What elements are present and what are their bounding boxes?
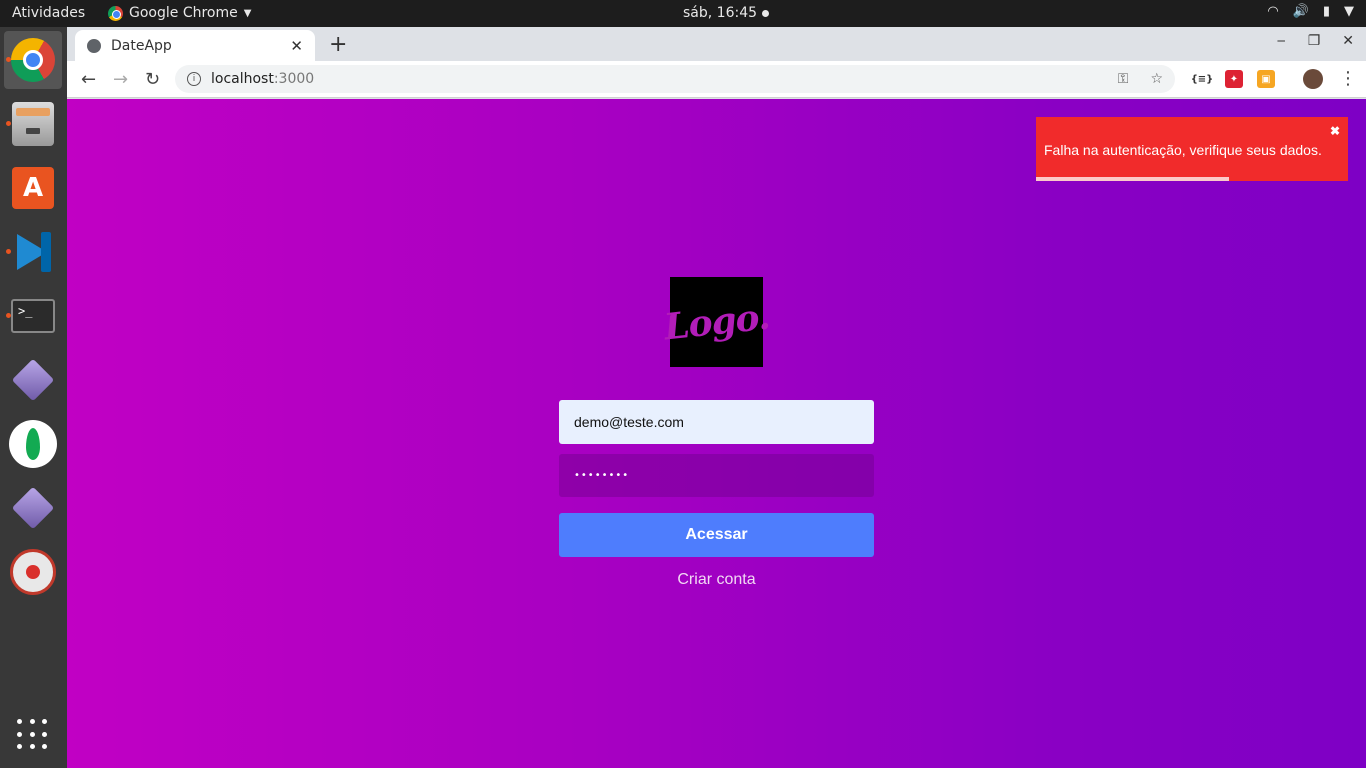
create-account-link[interactable]: Criar conta <box>559 571 874 589</box>
globe-icon <box>87 38 101 53</box>
password-field[interactable]: •••••••• <box>559 454 874 497</box>
kebab-menu-icon[interactable]: ⋮ <box>1339 68 1357 89</box>
forward-arrow-icon[interactable]: → <box>113 69 128 90</box>
key-icon[interactable]: ⚿ <box>1118 71 1129 87</box>
close-icon[interactable]: ✕ <box>290 37 303 55</box>
json-viewer-extension-icon[interactable]: {≡} <box>1191 70 1214 88</box>
software-store-icon: A <box>12 167 54 209</box>
dock-mongodb-compass[interactable] <box>4 415 62 473</box>
app-menu-label: Google Chrome <box>129 5 238 21</box>
terminal-icon: >_ <box>11 299 55 333</box>
star-icon[interactable]: ☆ <box>1150 71 1163 87</box>
tab-title: DateApp <box>111 37 172 54</box>
dock-atom-app[interactable] <box>4 543 62 601</box>
mongodb-compass-icon <box>9 420 57 468</box>
dock-files[interactable] <box>4 95 62 153</box>
browser-toolbar: ← → ↻ i localhost:3000 ⚿ ☆ {≡} ✦ ▣ ⋮ <box>67 61 1366 98</box>
running-indicator <box>6 313 11 318</box>
toast-message: Falha na autenticação, verifique seus da… <box>1044 142 1322 158</box>
clock-label: sáb, 16:45 <box>683 5 758 21</box>
close-icon[interactable]: ✖ <box>1330 124 1340 138</box>
logo: Logo. <box>662 277 771 367</box>
reload-icon[interactable]: ↻ <box>145 69 160 90</box>
info-icon[interactable]: i <box>187 72 201 86</box>
tab-strip: DateApp ✕ + ‒ ❐ ✕ <box>67 27 1366 61</box>
minimize-icon[interactable]: ‒ <box>1277 33 1286 49</box>
dock-diamond-app-1[interactable] <box>4 351 62 409</box>
show-apps-icon[interactable] <box>17 719 49 751</box>
error-toast[interactable]: ✖ Falha na autenticação, verifique seus … <box>1036 117 1348 181</box>
notification-dot-icon <box>762 9 770 17</box>
window-controls: ‒ ❐ ✕ <box>1277 33 1354 49</box>
red-extension-icon[interactable]: ✦ <box>1225 70 1243 88</box>
atom-app-icon <box>10 549 56 595</box>
files-icon <box>12 102 54 146</box>
page-viewport: Logo. •••••••• Acessar Criar conta ✖ Fal… <box>67 99 1366 768</box>
browser-window: DateApp ✕ + ‒ ❐ ✕ ← → ↻ i localhost:3000… <box>67 27 1366 768</box>
battery-icon: ▮ <box>1322 4 1330 19</box>
wifi-icon: ◠ <box>1267 4 1279 19</box>
profile-avatar[interactable] <box>1303 69 1323 89</box>
chrome-small-icon <box>108 5 123 21</box>
system-tray[interactable]: ◠ 🔊 ▮ ▼ <box>1267 4 1354 19</box>
dock-terminal[interactable]: >_ <box>4 287 62 345</box>
address-bar[interactable]: i localhost:3000 ⚿ ☆ <box>175 65 1175 93</box>
volume-icon: 🔊 <box>1292 4 1309 19</box>
dock-vscode[interactable] <box>4 223 62 281</box>
email-field[interactable] <box>559 400 874 444</box>
restore-icon[interactable]: ❐ <box>1308 33 1321 49</box>
url-port: :3000 <box>273 71 315 87</box>
close-window-icon[interactable]: ✕ <box>1342 33 1354 49</box>
tab-dateapp[interactable]: DateApp ✕ <box>75 30 315 61</box>
password-mask: •••••••• <box>574 470 630 481</box>
url-host: localhost <box>211 71 274 87</box>
chevron-down-icon: ▼ <box>243 7 252 19</box>
activities-button[interactable]: Atividades <box>12 5 85 21</box>
diamond-app-icon <box>11 358 55 402</box>
chevron-down-icon: ▼ <box>1344 4 1354 19</box>
login-button[interactable]: Acessar <box>559 513 874 557</box>
app-menu[interactable]: Google Chrome ▼ <box>108 5 251 21</box>
dock-chrome[interactable] <box>4 31 62 89</box>
system-top-bar: Atividades Google Chrome ▼ sáb, 16:45 ◠ … <box>0 0 1366 27</box>
new-tab-button[interactable]: + <box>329 32 347 57</box>
running-indicator <box>6 121 11 126</box>
diamond-app-icon <box>11 486 55 530</box>
toast-progress-bar <box>1036 177 1230 181</box>
dock-diamond-app-2[interactable] <box>4 479 62 537</box>
vscode-icon <box>11 230 55 274</box>
clock[interactable]: sáb, 16:45 <box>683 5 770 21</box>
presentation-extension-icon[interactable]: ▣ <box>1257 70 1275 88</box>
chrome-icon <box>11 38 55 82</box>
logo-text: Logo. <box>661 295 772 349</box>
back-arrow-icon[interactable]: ← <box>81 69 96 90</box>
dock-software-store[interactable]: A <box>4 159 62 217</box>
dock: A >_ <box>0 27 67 768</box>
